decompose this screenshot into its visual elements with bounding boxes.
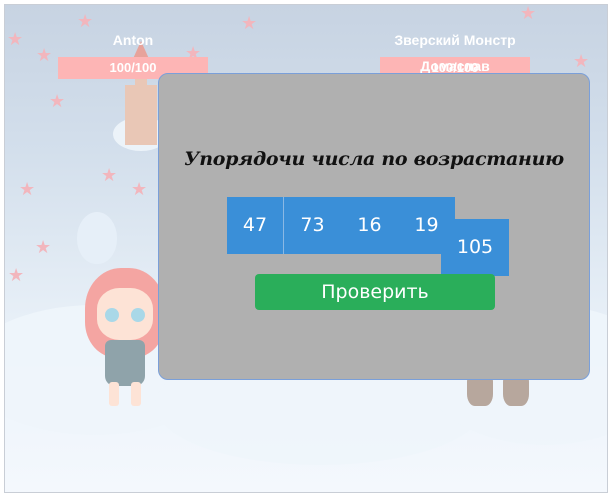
star-icon: ★ xyxy=(49,91,66,112)
star-icon: ★ xyxy=(101,165,118,186)
star-icon: ★ xyxy=(8,265,25,286)
star-icon: ★ xyxy=(241,13,258,34)
star-icon: ★ xyxy=(520,4,537,24)
balloon-decoration xyxy=(77,212,117,264)
number-tile-dragged[interactable]: 105 xyxy=(441,219,509,276)
star-icon: ★ xyxy=(131,179,148,200)
number-tile[interactable]: 16 xyxy=(341,197,398,254)
player-name: Anton xyxy=(112,32,154,48)
star-icon: ★ xyxy=(19,179,36,200)
check-button[interactable]: Проверить xyxy=(255,274,495,310)
puzzle-title: Упорядочи числа по возрастанию xyxy=(184,148,564,170)
player-panel-right: Зверский Монстр Домаслав 100/100 xyxy=(365,27,545,79)
star-icon: ★ xyxy=(36,45,53,66)
star-icon: ★ xyxy=(7,29,24,50)
star-icon: ★ xyxy=(573,51,590,72)
enemy-name: Зверский Монстр Домаслав xyxy=(394,32,516,74)
star-icon: ★ xyxy=(35,237,52,258)
puzzle-modal: Упорядочи числа по возрастанию 47 73 16 … xyxy=(158,73,590,380)
number-tile[interactable]: 47 xyxy=(227,197,284,254)
player-panel-left: Anton 100/100 xyxy=(58,27,208,79)
number-tile[interactable]: 73 xyxy=(284,197,341,254)
